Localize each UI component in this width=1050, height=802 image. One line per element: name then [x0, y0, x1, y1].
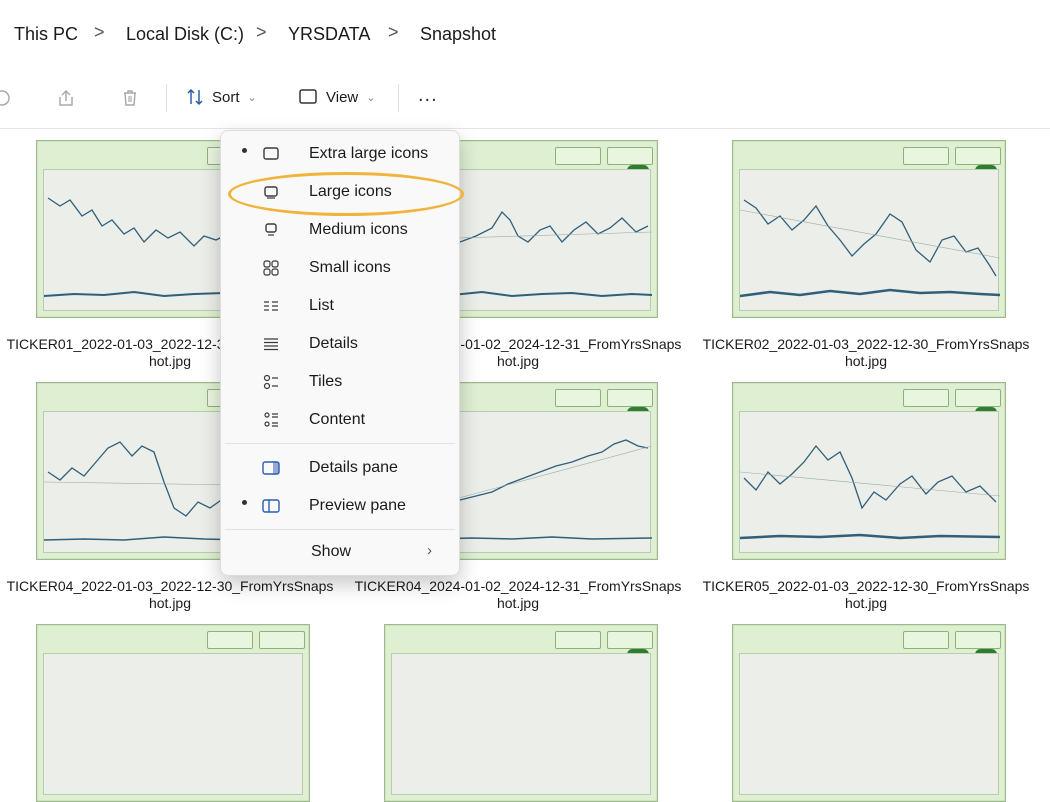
- file-name: TICKER04_2024-01-02_2024-12-31_FromYrsSn…: [354, 578, 682, 594]
- menu-separator: [225, 529, 455, 530]
- details-pane-icon: [262, 461, 280, 475]
- toolbar-divider: [166, 84, 167, 112]
- menu-item-small-icons[interactable]: Small icons: [221, 249, 459, 287]
- breadcrumb-yrsdata[interactable]: YRSDATA: [288, 24, 370, 45]
- chevron-down-icon: ⌄: [366, 91, 376, 104]
- toolbar-divider: [398, 84, 399, 112]
- menu-item-show[interactable]: Show ›: [221, 533, 459, 571]
- menu-item-label: Details: [309, 335, 358, 352]
- sort-button[interactable]: Sort ⌄: [186, 82, 257, 112]
- file-name-ext: hot.jpg: [844, 595, 888, 611]
- menu-separator: [225, 443, 455, 444]
- file-item[interactable]: [696, 622, 1036, 802]
- menu-item-preview-pane[interactable]: Preview pane: [221, 487, 459, 525]
- menu-item-label: List: [309, 297, 334, 314]
- delete-icon[interactable]: [120, 88, 140, 108]
- breadcrumb-this-pc[interactable]: This PC: [14, 24, 78, 45]
- sort-label: Sort: [212, 88, 240, 106]
- menu-item-label: Medium icons: [309, 221, 408, 238]
- file-thumbnail: [732, 140, 1006, 318]
- menu-item-label: Details pane: [309, 459, 398, 476]
- command-bar: Sort ⌄ View ⌄ ...: [0, 66, 1050, 129]
- menu-item-label: Content: [309, 411, 366, 428]
- menu-item-label: Preview pane: [309, 497, 406, 514]
- menu-item-large-icons[interactable]: Large icons: [221, 173, 459, 211]
- breadcrumb-snapshot[interactable]: Snapshot: [420, 24, 496, 45]
- view-menu: Extra large icons Large icons Medium ico…: [220, 130, 460, 576]
- chevron-down-icon: ⌄: [247, 91, 257, 104]
- menu-item-details-pane[interactable]: Details pane: [221, 449, 459, 487]
- file-item[interactable]: [348, 622, 688, 802]
- file-item[interactable]: [0, 622, 340, 802]
- address-bar[interactable]: This PC > Local Disk (C:) > YRSDATA > Sn…: [0, 0, 1050, 67]
- file-thumbnail: [384, 624, 658, 802]
- menu-item-details[interactable]: Details: [221, 325, 459, 363]
- menu-item-label: Tiles: [309, 373, 343, 390]
- rename-icon[interactable]: [0, 88, 12, 108]
- view-icon: [299, 89, 317, 104]
- menu-item-label: Show: [311, 543, 352, 560]
- menu-item-tiles[interactable]: Tiles: [221, 363, 459, 401]
- more-options-button[interactable]: ...: [418, 84, 438, 107]
- tiles-icon: [263, 374, 278, 390]
- file-item[interactable]: TICKER05_2022-01-03_2022-12-30_FromYrsSn…: [696, 380, 1036, 620]
- file-item[interactable]: TICKER02_2022-01-03_2022-12-30_FromYrsSn…: [696, 128, 1036, 376]
- breadcrumb-separator: >: [388, 22, 399, 42]
- content-icon: [264, 412, 278, 427]
- menu-item-content[interactable]: Content: [221, 401, 459, 439]
- menu-item-list[interactable]: List: [221, 287, 459, 325]
- file-name-ext: hot.jpg: [148, 595, 192, 611]
- selected-dot-icon: [242, 148, 247, 153]
- menu-item-label: Large icons: [309, 183, 392, 200]
- breadcrumb-separator: >: [94, 22, 105, 42]
- breadcrumb-local-disk[interactable]: Local Disk (C:): [126, 24, 244, 45]
- breadcrumb-separator: >: [256, 22, 267, 42]
- view-label: View: [326, 88, 359, 106]
- file-name: TICKER02_2022-01-03_2022-12-30_FromYrsSn…: [702, 336, 1030, 352]
- file-thumbnail: [36, 624, 310, 802]
- menu-item-medium-icons[interactable]: Medium icons: [221, 211, 459, 249]
- file-name-ext: hot.jpg: [844, 353, 888, 369]
- view-button[interactable]: View ⌄: [298, 82, 375, 112]
- preview-pane-icon: [262, 499, 280, 513]
- file-thumbnail: [732, 382, 1006, 560]
- file-name: TICKER05_2022-01-03_2022-12-30_FromYrsSn…: [702, 578, 1030, 594]
- menu-item-label: Small icons: [309, 259, 391, 276]
- share-icon[interactable]: [56, 88, 76, 108]
- list-icon: [264, 301, 278, 311]
- sort-icon: [187, 88, 203, 106]
- details-icon: [264, 338, 278, 351]
- menu-item-extra-large-icons[interactable]: Extra large icons: [221, 135, 459, 173]
- file-grid: TICKER01_2022-01-03_2022-12-30_FromYrsSn…: [0, 128, 1050, 802]
- large-icons-icon: [264, 186, 278, 199]
- selected-dot-icon: [242, 500, 247, 505]
- extra-large-icons-icon: [263, 147, 279, 160]
- file-name: TICKER04_2022-01-03_2022-12-30_FromYrsSn…: [6, 578, 334, 594]
- small-icons-icon: [263, 260, 279, 276]
- chevron-right-icon: ›: [427, 542, 432, 559]
- file-thumbnail: [732, 624, 1006, 802]
- file-name-ext: hot.jpg: [496, 595, 540, 611]
- medium-icons-icon: [265, 223, 277, 236]
- menu-item-label: Extra large icons: [309, 145, 429, 162]
